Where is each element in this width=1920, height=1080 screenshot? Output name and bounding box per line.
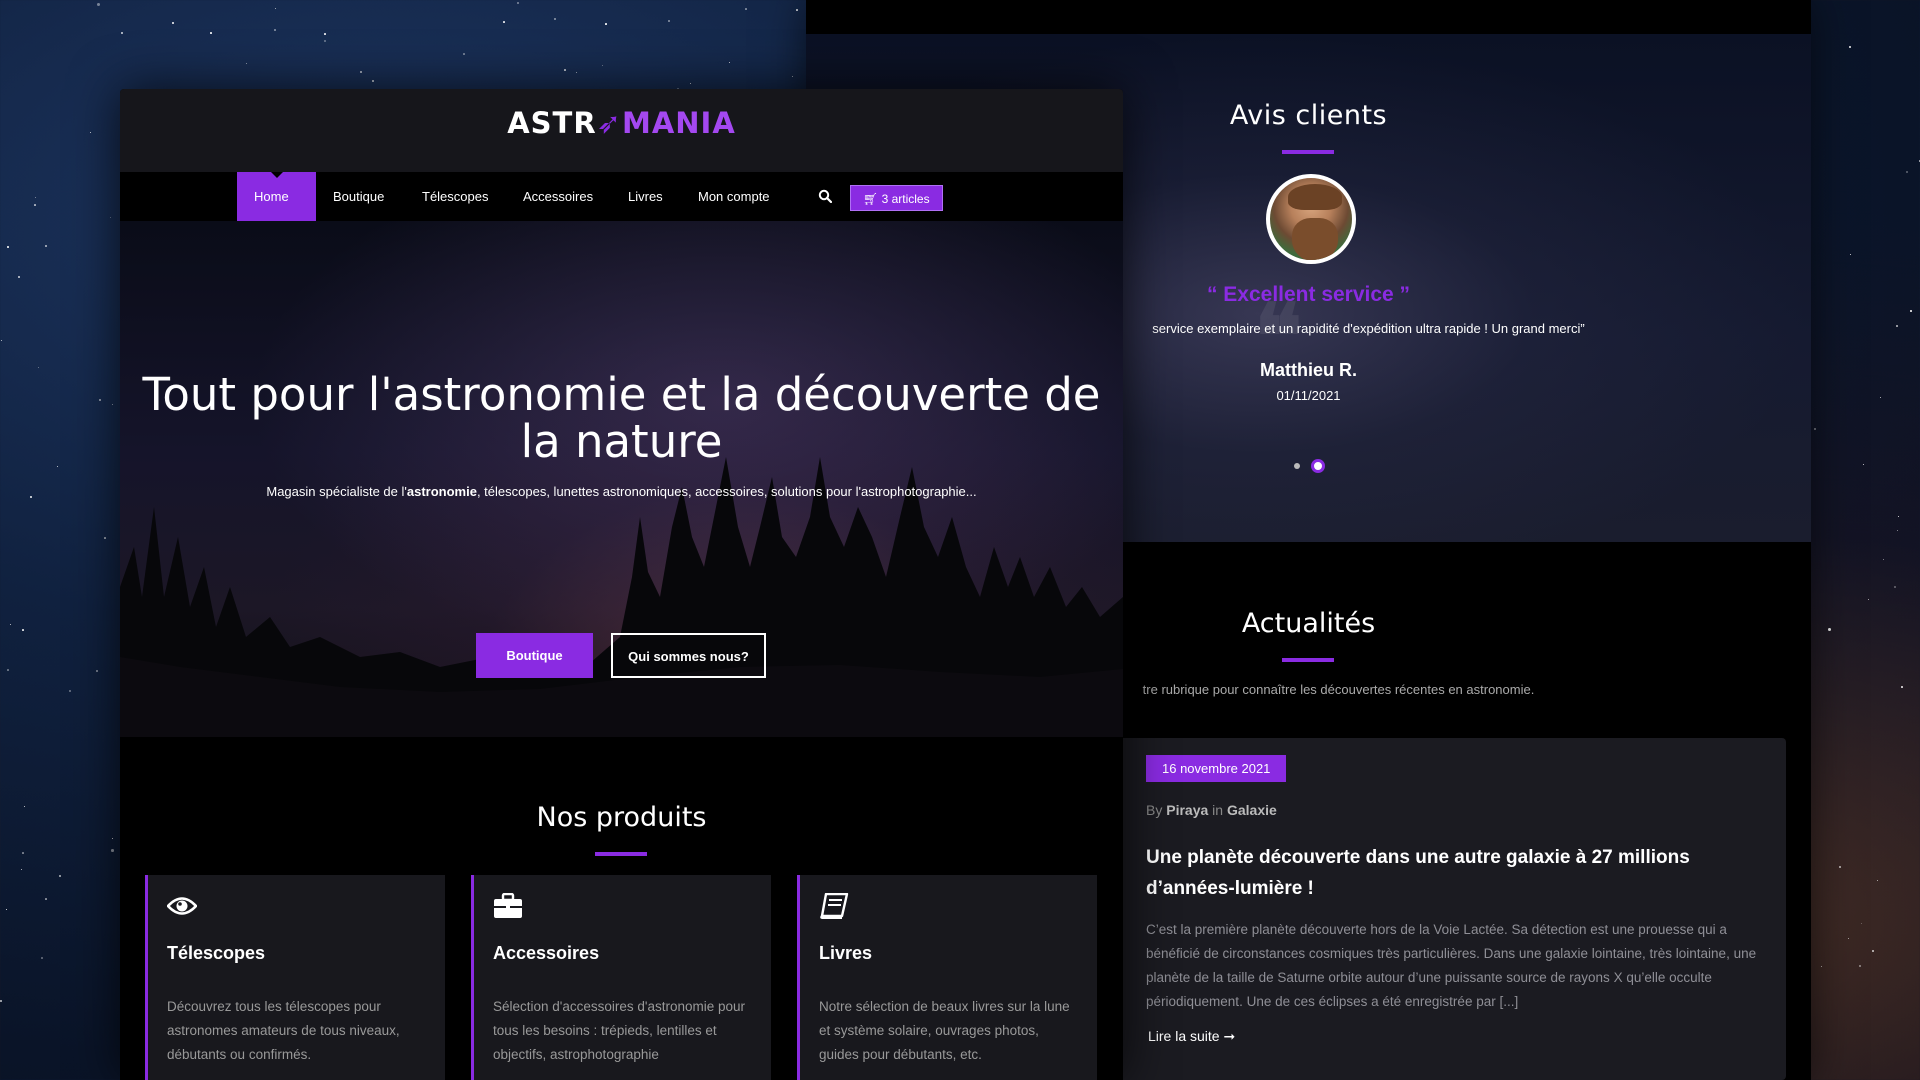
hero-subtitle: Magasin spécialiste de l'astronomie, tél… bbox=[120, 484, 1123, 499]
product-card-livres[interactable]: Livres Notre sélection de beaux livres s… bbox=[797, 875, 1097, 1080]
carousel-dot-2-active[interactable] bbox=[1311, 459, 1325, 473]
product-title: Livres bbox=[819, 943, 873, 963]
hero-subtitle-start: Magasin spécialiste de l' bbox=[266, 484, 407, 499]
news-category-link[interactable]: Galaxie bbox=[1227, 802, 1277, 818]
product-description: Sélection d'accessoires d'astronomie pou… bbox=[493, 999, 746, 1062]
avatar bbox=[1266, 174, 1356, 264]
products-title: Nos produits bbox=[536, 802, 707, 833]
nav-item-telescopes[interactable]: Télescopes bbox=[405, 172, 505, 221]
nav-item-livres[interactable]: Livres bbox=[611, 172, 680, 221]
product-card-telescopes[interactable]: Télescopes Découvrez tous les télescopes… bbox=[145, 875, 445, 1080]
news-in-label: in bbox=[1212, 802, 1224, 818]
about-us-button[interactable]: Qui sommes nous? bbox=[611, 633, 766, 678]
news-heading-link[interactable]: Une planète découverte dans une autre ga… bbox=[1146, 842, 1746, 904]
book-icon bbox=[820, 893, 849, 919]
news-by-label: By bbox=[1146, 802, 1163, 818]
main-nav: Home Boutique Télescopes Accessoires Liv… bbox=[120, 172, 1123, 221]
read-more-link[interactable]: Lire la suite ➞ bbox=[1148, 1028, 1235, 1045]
shop-button[interactable]: Boutique bbox=[476, 633, 593, 678]
nav-item-mon-compte[interactable]: Mon compte bbox=[681, 172, 787, 221]
cart-icon: 🛒︎ bbox=[863, 192, 879, 206]
front-page-screenshot: ASTR➶MANIA Home Boutique Télescopes Acce… bbox=[120, 89, 1123, 1080]
logo-text-right: MANIA bbox=[621, 106, 736, 140]
cart-button[interactable]: 🛒︎ 3 articles bbox=[850, 185, 943, 211]
news-title-underline bbox=[1282, 658, 1334, 662]
nav-item-home[interactable]: Home bbox=[237, 172, 316, 221]
carousel-dot-1[interactable] bbox=[1294, 463, 1300, 469]
product-title: Accessoires bbox=[493, 943, 600, 963]
news-meta: By Piraya in Galaxie bbox=[1146, 802, 1277, 818]
cart-label: 3 articles bbox=[881, 192, 930, 206]
news-date-badge: 16 novembre 2021 bbox=[1146, 755, 1287, 782]
product-card-accessoires[interactable]: Accessoires Sélection d'accessoires d'as… bbox=[471, 875, 771, 1080]
site-logo[interactable]: ASTR➶MANIA bbox=[120, 106, 1123, 140]
nav-item-accessoires[interactable]: Accessoires bbox=[506, 172, 610, 221]
hero-subtitle-end: , télescopes, lunettes astronomiques, ac… bbox=[476, 484, 977, 499]
hero-title: Tout pour l'astronomie et la découverte … bbox=[142, 368, 1101, 468]
product-description: Découvrez tous les télescopes pour astro… bbox=[167, 999, 400, 1062]
reviews-title-underline bbox=[1282, 150, 1334, 154]
hero-subtitle-bold: astronomie bbox=[406, 484, 477, 499]
rocket-icon: ➶ bbox=[596, 106, 622, 140]
news-author-link[interactable]: Piraya bbox=[1166, 802, 1208, 818]
briefcase-icon bbox=[494, 893, 522, 918]
news-excerpt: C’est la première planète découverte hor… bbox=[1146, 922, 1757, 1009]
nav-item-boutique[interactable]: Boutique bbox=[316, 172, 401, 221]
eye-icon bbox=[167, 897, 197, 915]
products-title-underline bbox=[595, 852, 647, 856]
site-header: ASTR➶MANIA bbox=[120, 89, 1123, 172]
logo-text-left: ASTR bbox=[507, 106, 597, 140]
hero-section: Tout pour l'astronomie et la découverte … bbox=[120, 221, 1123, 737]
product-description: Notre sélection de beaux livres sur la l… bbox=[819, 999, 1070, 1062]
search-icon[interactable] bbox=[818, 189, 832, 203]
product-title: Télescopes bbox=[167, 943, 266, 963]
